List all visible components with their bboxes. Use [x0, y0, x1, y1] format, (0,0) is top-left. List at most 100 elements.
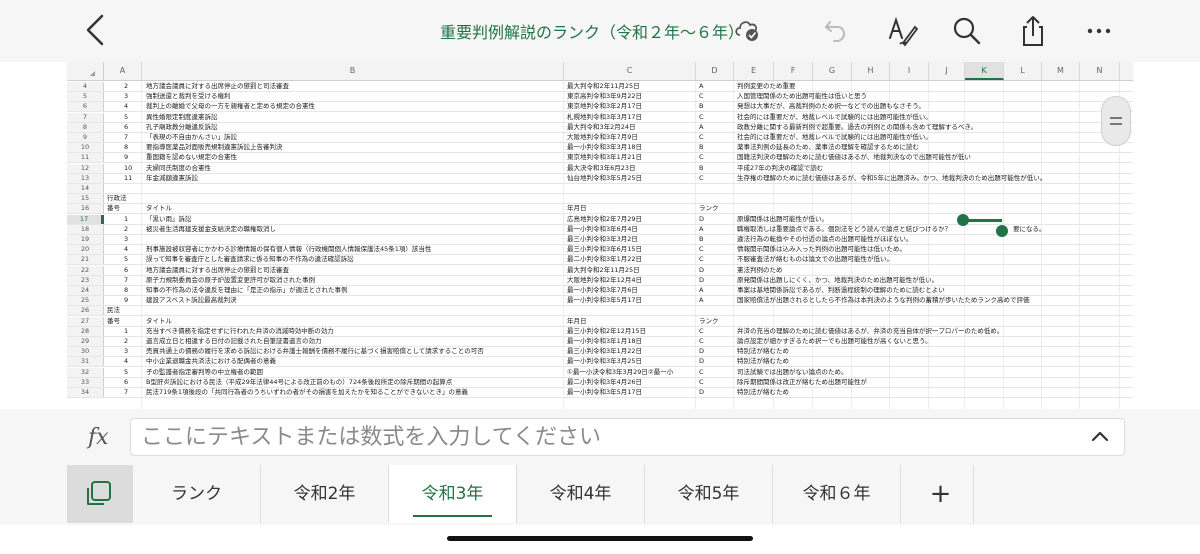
- tab-reiwa-5[interactable]: 令和5年: [645, 465, 773, 523]
- spreadsheet-grid[interactable]: 4 2 地方議会議員に対する出席停止の懲罰と司法審査 最大判令和2年11月25日 A 判例…: [67, 62, 1133, 409]
- cell-b[interactable]: 地方議会議員に対する出席停止の懲罰と司法審査: [146, 82, 289, 91]
- table-row[interactable]: 30 3 売買共通上の債務の履行を求める訴訟における弁護士報酬を債務不履行に基づく損…: [67, 347, 1133, 358]
- cell-d[interactable]: C: [699, 153, 704, 162]
- cell-e[interactable]: 入国管理関係のため出題可能性は低いと思う: [737, 92, 867, 101]
- cell-c[interactable]: 最三小判令和3年6月15日: [567, 245, 642, 254]
- row-number[interactable]: 34: [67, 388, 104, 397]
- tab-reiwa-2[interactable]: 令和2年: [261, 465, 389, 523]
- formula-input[interactable]: [130, 418, 1125, 456]
- cell-c[interactable]: 最一小判令和3年5月17日: [567, 388, 642, 397]
- table-row[interactable]: 18 2 被災者生活再建支援金支給決定の職権取消し 最一小判令和3年6月4日 A 職権取消…: [67, 224, 1133, 235]
- table-row[interactable]: 11 9 重国籍を認めない規定の合憲性 東京地判令和3年1月21日 C 国籍法判決の理解の…: [67, 153, 1133, 164]
- cell-a[interactable]: 6: [124, 378, 128, 387]
- row-number[interactable]: 22: [67, 265, 104, 275]
- cell-d[interactable]: B: [699, 102, 703, 111]
- table-row[interactable]: 27 番号 タイトル 年月日 ランク: [67, 316, 1133, 327]
- cell-e[interactable]: 特別法が絡むため: [737, 388, 789, 397]
- cell-b[interactable]: 異性婚限定制度違憲訴訟: [146, 113, 218, 122]
- cell-c[interactable]: 年月日: [567, 317, 587, 326]
- column-header-l[interactable]: L: [1004, 62, 1042, 80]
- cell-d[interactable]: D: [699, 388, 704, 397]
- table-row[interactable]: 31 4 中小企業退職金共済法における配偶者の意義 最一小判令和3年3月25日 D 特別法…: [67, 357, 1133, 368]
- cell-c[interactable]: 大阪地判令和2年12月4日: [567, 276, 642, 285]
- cell-d[interactable]: C: [699, 327, 704, 336]
- cell-d[interactable]: C: [699, 368, 704, 377]
- row-number[interactable]: 9: [67, 133, 104, 142]
- cell-d[interactable]: D: [699, 276, 704, 285]
- cell-d[interactable]: B: [699, 235, 703, 244]
- row-number[interactable]: 28: [67, 326, 104, 336]
- cell-d[interactable]: C: [699, 255, 704, 264]
- cell-d[interactable]: A: [699, 225, 703, 234]
- cell-e[interactable]: 政教分離に関する最新判例で超重要。過去の判例との関係も含めて理解するべき。: [737, 123, 977, 132]
- table-row[interactable]: 26 民法: [67, 306, 1133, 317]
- row-number[interactable]: 13: [67, 173, 104, 183]
- cell-a[interactable]: 8: [124, 286, 128, 295]
- cell-e[interactable]: 弁済の充当の理解のために読む価値はあるが、弁済の充当自体が択一プロパーのため低め…: [737, 327, 1003, 336]
- cell-c[interactable]: 最一小判令和3年3月18日: [567, 143, 642, 152]
- cell-c[interactable]: 札幌地判令和3年3月17日: [567, 113, 642, 122]
- cell-e[interactable]: 除斥期間関係は改正が絡むため出題可能性が: [737, 378, 867, 387]
- scroll-handle[interactable]: [1101, 96, 1131, 146]
- row-number[interactable]: 29: [67, 337, 104, 346]
- cell-d[interactable]: D: [699, 357, 704, 366]
- cell-d[interactable]: C: [699, 92, 704, 101]
- cell-a[interactable]: 6: [124, 123, 128, 132]
- cell-a[interactable]: 3: [124, 92, 128, 101]
- cell-e[interactable]: 判例変更のため重要: [737, 82, 796, 91]
- row-number[interactable]: 27: [67, 316, 104, 326]
- column-header-e[interactable]: E: [734, 62, 774, 80]
- cell-c[interactable]: 東京地判令和3年2月17日: [567, 102, 642, 111]
- back-icon[interactable]: [82, 12, 110, 48]
- search-icon[interactable]: [950, 14, 984, 48]
- add-sheet-button[interactable]: +: [908, 465, 974, 523]
- cell-d[interactable]: D: [699, 266, 704, 275]
- row-number[interactable]: 5: [67, 92, 104, 102]
- more-icon[interactable]: [1082, 14, 1116, 48]
- column-header-n[interactable]: N: [1080, 62, 1120, 80]
- pen-format-icon[interactable]: [886, 14, 920, 48]
- cell-e[interactable]: 職権取消しは重要論点である。個別法をどう読んで論点と結びつけるか？: [737, 225, 951, 234]
- table-row[interactable]: 14: [67, 184, 1133, 194]
- row-number[interactable]: 19: [67, 235, 104, 244]
- row-number[interactable]: 23: [67, 275, 104, 285]
- cell-b[interactable]: 知事の不作為の法令違反を理由に「是正の指示」が適法とされた事例: [146, 286, 348, 295]
- row-number[interactable]: 8: [67, 122, 104, 132]
- cell-e[interactable]: 平成27年の判決の確認で読む: [737, 164, 823, 173]
- column-header-g[interactable]: G: [813, 62, 852, 80]
- cell-b[interactable]: タイトル: [146, 204, 172, 213]
- table-row[interactable]: 25 9 建設アスベスト訴訟最高裁判決 最一小判令和3年5月17日 A 国家賠償法が出題さ…: [67, 296, 1133, 307]
- cell-d[interactable]: A: [699, 123, 703, 132]
- cell-e[interactable]: 生存権の理解のために読む価値はあるが、令和5年に出題済み。かつ、地裁判決のため出…: [737, 174, 1046, 183]
- cell-a[interactable]: 1: [124, 215, 128, 224]
- cell-c[interactable]: 最大判令和3年2月24日: [567, 123, 636, 132]
- cell-b[interactable]: タイトル: [146, 317, 172, 326]
- cell-d[interactable]: C: [699, 378, 704, 387]
- table-row[interactable]: 34 7 民法719条1項後段の「共同行為者のうちいずれの者がその損害を加えたかを知…: [67, 388, 1133, 398]
- cell-b[interactable]: 夫婦同氏制度の合憲性: [146, 164, 211, 173]
- table-row[interactable]: 21 5 誤って知事を審査庁とした審査請求に係る知事の不作為の違法確認訴訟 最二小判令…: [67, 255, 1133, 266]
- cell-d[interactable]: C: [699, 133, 704, 142]
- cell-c[interactable]: 最一小判令和3年1月18日: [567, 337, 642, 346]
- cell-d[interactable]: C: [699, 245, 704, 254]
- cell-a[interactable]: 2: [124, 337, 128, 346]
- cell-e[interactable]: 社会的には重要だが、地裁レベルで試験的には出題可能性が低い。: [737, 133, 932, 142]
- cell-b[interactable]: 「表現の不自由かんさい」訴訟: [146, 133, 237, 142]
- column-header-f[interactable]: F: [774, 62, 813, 80]
- cell-c[interactable]: 東京高判令和3年9月22日: [567, 92, 642, 101]
- cell-a[interactable]: 3: [124, 235, 128, 244]
- table-row[interactable]: 32 5 子の監護者指定審判等の中立権者の範囲 ①最一小決令和3年3月29日②最一小 C…: [67, 367, 1133, 378]
- cell-b[interactable]: 子の監護者指定審判等の中立権者の範囲: [146, 368, 263, 377]
- cell-c[interactable]: 年月日: [567, 204, 587, 213]
- cell-a[interactable]: 民法: [107, 306, 120, 315]
- cell-e[interactable]: 情報開示関係は込み入った判例の出題可能性は低いため。: [737, 245, 906, 254]
- cell-b[interactable]: 地方議会議員に対する出席停止の懲罰と司法審査: [146, 266, 289, 275]
- cell-b[interactable]: 刑事施設被収容者にかかわる診療情報の保有個人情報（行政機関個人情報保護法45条1…: [146, 245, 431, 254]
- table-row[interactable]: 28 1 充当すべき債務を指定せずに行われた弁済の消滅時効中断の効力 最三小判令和2年…: [67, 326, 1133, 337]
- column-header-i[interactable]: I: [890, 62, 929, 80]
- row-number[interactable]: 17: [67, 214, 104, 224]
- row-number[interactable]: 31: [67, 357, 104, 367]
- cell-c[interactable]: 最大判令和2年11月25日: [567, 266, 640, 275]
- table-row[interactable]: 15 行政法: [67, 194, 1133, 205]
- row-number[interactable]: 25: [67, 296, 104, 306]
